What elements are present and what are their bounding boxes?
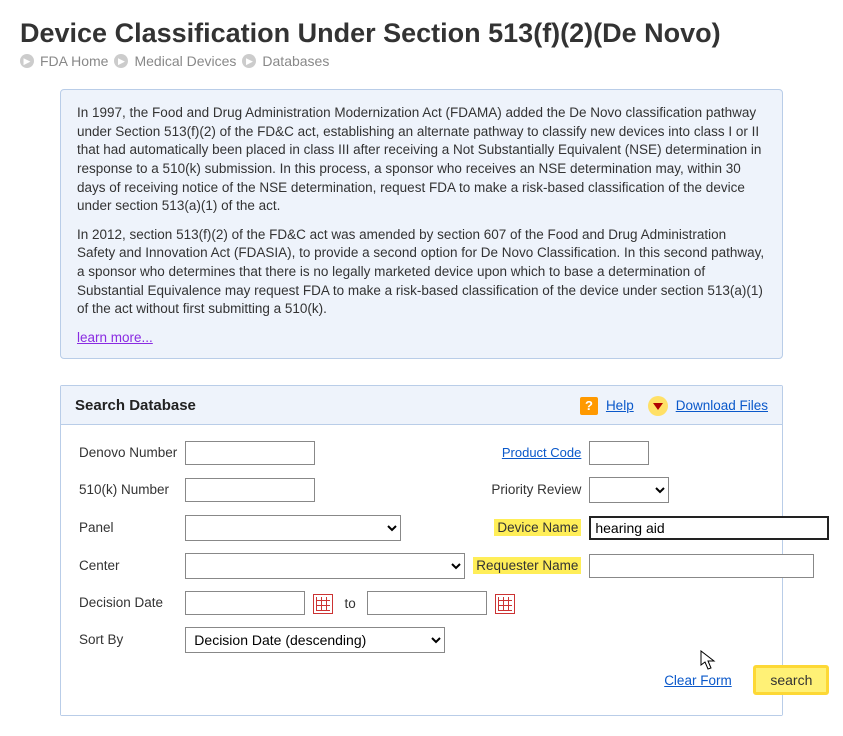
product-code-label[interactable]: Product Code xyxy=(502,445,582,460)
panel-label: Panel xyxy=(75,509,181,547)
info-paragraph: In 1997, the Food and Drug Administratio… xyxy=(77,104,766,216)
breadcrumb: ▶ FDA Home ▶ Medical Devices ▶ Databases xyxy=(20,53,823,69)
clear-form-link[interactable]: Clear Form xyxy=(664,673,732,688)
k-number-label: 510(k) Number xyxy=(75,471,181,509)
to-label: to xyxy=(345,596,356,611)
search-header-title: Search Database xyxy=(75,397,580,414)
download-icon xyxy=(648,396,668,416)
breadcrumb-item[interactable]: FDA Home xyxy=(40,53,108,69)
chevron-right-icon: ▶ xyxy=(242,54,256,68)
calendar-icon[interactable] xyxy=(495,594,515,614)
requester-name-input[interactable] xyxy=(589,554,814,578)
center-label: Center xyxy=(75,547,181,585)
panel-select[interactable] xyxy=(185,515,401,541)
requester-name-label: Requester Name xyxy=(473,557,581,574)
search-form: Denovo Number Product Code 510(k) Number… xyxy=(61,425,782,715)
sort-by-label: Sort By xyxy=(75,621,181,659)
search-header: Search Database ? Help Download Files xyxy=(61,386,782,425)
chevron-right-icon: ▶ xyxy=(20,54,34,68)
breadcrumb-item[interactable]: Medical Devices xyxy=(134,53,236,69)
product-code-input[interactable] xyxy=(589,441,649,465)
help-icon: ? xyxy=(580,397,598,415)
calendar-icon[interactable] xyxy=(313,594,333,614)
decision-date-from-input[interactable] xyxy=(185,591,305,615)
decision-date-label: Decision Date xyxy=(75,585,181,621)
download-files-link[interactable]: Download Files xyxy=(676,398,768,413)
decision-date-to-input[interactable] xyxy=(367,591,487,615)
denovo-number-input[interactable] xyxy=(185,441,315,465)
page-title: Device Classification Under Section 513(… xyxy=(20,18,823,49)
priority-review-label: Priority Review xyxy=(491,482,581,497)
chevron-right-icon: ▶ xyxy=(114,54,128,68)
denovo-number-label: Denovo Number xyxy=(75,435,181,471)
priority-review-select[interactable] xyxy=(589,477,669,503)
search-panel: Search Database ? Help Download Files De… xyxy=(60,385,783,716)
info-paragraph: In 2012, section 513(f)(2) of the FD&C a… xyxy=(77,226,766,319)
help-link[interactable]: Help xyxy=(606,398,634,413)
sort-by-select[interactable]: Decision Date (descending) xyxy=(185,627,445,653)
center-select[interactable] xyxy=(185,553,465,579)
info-box: In 1997, the Food and Drug Administratio… xyxy=(60,89,783,359)
device-name-label: Device Name xyxy=(494,519,581,536)
breadcrumb-item[interactable]: Databases xyxy=(262,53,329,69)
search-button[interactable]: search xyxy=(753,665,829,695)
device-name-input[interactable] xyxy=(589,516,829,540)
learn-more-link[interactable]: learn more... xyxy=(77,330,153,345)
k-number-input[interactable] xyxy=(185,478,315,502)
